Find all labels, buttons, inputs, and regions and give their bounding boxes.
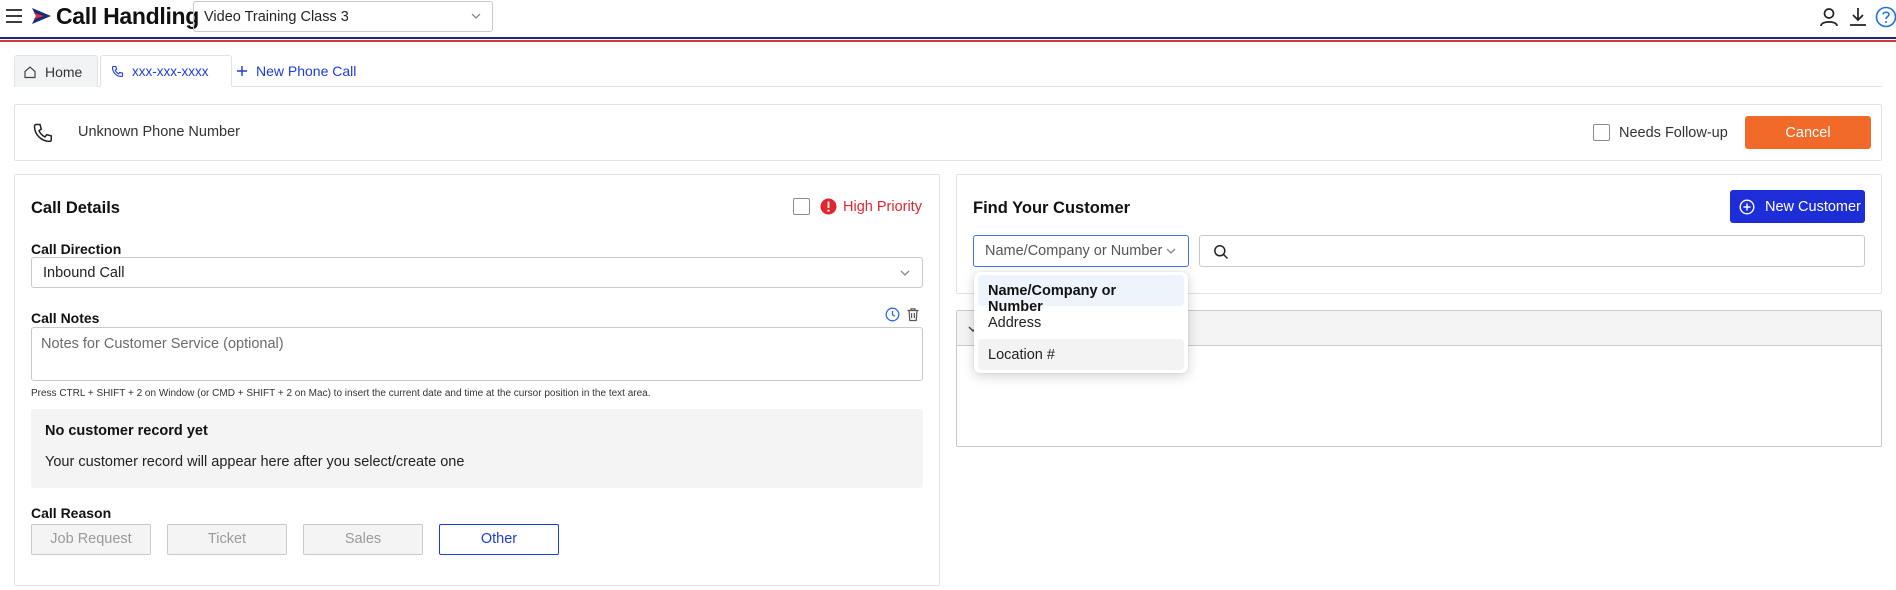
tab-phone-label: xxx-xxx-xxxx xyxy=(132,63,209,79)
needs-followup-label: Needs Follow-up xyxy=(1619,124,1728,141)
flag-logo-icon xyxy=(32,8,51,24)
call-direction-label: Call Direction xyxy=(31,241,122,257)
plus-icon xyxy=(237,66,247,76)
reason-sales-button[interactable]: Sales xyxy=(303,524,423,555)
new-phone-call-button[interactable]: New Phone Call xyxy=(236,55,366,87)
high-priority-checkbox[interactable]: High Priority xyxy=(793,198,922,215)
call-notes-label: Call Notes xyxy=(31,310,100,326)
call-direction-value: Inbound Call xyxy=(43,265,125,281)
reason-other-button[interactable]: Other xyxy=(439,524,559,555)
class-select[interactable]: Video Training Class 3 xyxy=(193,1,493,32)
phone-icon xyxy=(111,65,124,77)
no-record-title: No customer record yet xyxy=(45,423,208,439)
tab-home-label: Home xyxy=(45,63,83,80)
high-priority-label: High Priority xyxy=(843,198,922,215)
call-header: Unknown Phone Number Needs Follow-up Can… xyxy=(14,104,1882,161)
app-title: Call Handling xyxy=(56,3,200,29)
no-customer-record-panel: No customer record yet Your customer rec… xyxy=(31,409,923,488)
plus-circle-icon xyxy=(1739,198,1755,215)
search-type-value: Name/Company or Number xyxy=(985,243,1163,259)
chevron-down-icon xyxy=(1166,248,1176,254)
phone-icon xyxy=(33,123,53,143)
new-phone-call-label: New Phone Call xyxy=(256,63,357,79)
chevron-down-icon xyxy=(900,270,910,276)
caller-number: Unknown Phone Number xyxy=(78,124,241,140)
header-stripe-navy xyxy=(0,37,1896,39)
call-notes-placeholder: Notes for Customer Service (optional) xyxy=(41,336,284,352)
class-select-value: Video Training Class 3 xyxy=(204,9,349,25)
customer-search-input[interactable] xyxy=(1199,235,1865,267)
high-priority-checkbox-box[interactable] xyxy=(793,198,810,215)
clock-icon[interactable] xyxy=(885,307,900,322)
reason-job-request-button[interactable]: Job Request xyxy=(31,524,151,555)
alert-icon xyxy=(820,198,837,215)
search-type-select[interactable]: Name/Company or Number xyxy=(973,235,1189,267)
download-icon[interactable] xyxy=(1847,6,1869,28)
header-stripe-red xyxy=(0,40,1896,42)
no-record-text: Your customer record will appear here af… xyxy=(45,454,465,470)
search-icon xyxy=(1214,245,1229,260)
reason-ticket-button[interactable]: Ticket xyxy=(167,524,287,555)
tab-phone-call[interactable]: xxx-xxx-xxxx xyxy=(100,55,232,87)
help-icon[interactable] xyxy=(1875,6,1896,28)
top-bar: Call Handling Video Training Class 3 xyxy=(0,0,1896,36)
search-type-dropdown: Name/Company or Number Address Location … xyxy=(974,272,1188,373)
new-customer-label: New Customer xyxy=(1765,198,1861,215)
find-customer-title: Find Your Customer xyxy=(973,199,1131,217)
needs-followup-checkbox[interactable]: Needs Follow-up xyxy=(1593,124,1728,141)
call-reason-label: Call Reason xyxy=(31,505,112,521)
chevron-down-icon xyxy=(471,13,481,19)
new-customer-button[interactable]: New Customer xyxy=(1730,190,1865,223)
call-direction-select[interactable]: Inbound Call xyxy=(31,257,923,288)
followup-checkbox-box[interactable] xyxy=(1593,124,1610,141)
tab-bar: Home xxx-xxx-xxxx New Phone Call xyxy=(14,55,1882,87)
cancel-button[interactable]: Cancel xyxy=(1745,116,1871,149)
option-name-company-number[interactable]: Name/Company or Number xyxy=(978,275,1184,315)
call-notes-textarea[interactable]: Notes for Customer Service (optional) xyxy=(31,327,923,381)
call-details-title: Call Details xyxy=(31,199,120,217)
notes-tools xyxy=(885,307,920,322)
call-details-card: Call Details High Priority Call Directio… xyxy=(14,174,940,586)
notes-hint: Press CTRL + SHIFT + 2 on Window (or CMD… xyxy=(31,388,651,399)
home-icon xyxy=(24,65,36,78)
tab-home[interactable]: Home xyxy=(14,55,98,87)
user-icon[interactable] xyxy=(1818,6,1840,28)
trash-icon[interactable] xyxy=(906,307,920,322)
option-location-number[interactable]: Location # xyxy=(978,339,1184,370)
hamburger-icon[interactable] xyxy=(5,7,23,25)
